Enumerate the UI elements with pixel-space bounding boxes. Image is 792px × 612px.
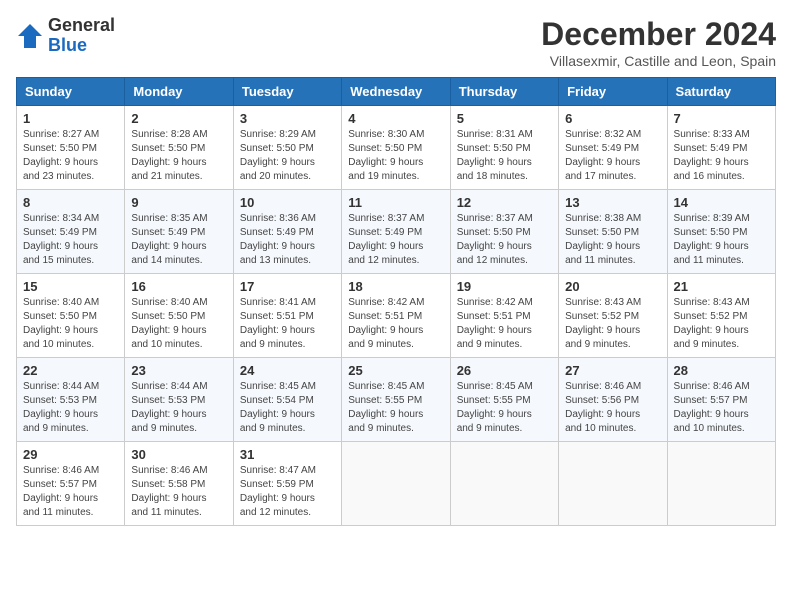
calendar-day-empty xyxy=(559,442,667,526)
calendar-week-3: 15Sunrise: 8:40 AMSunset: 5:50 PMDayligh… xyxy=(17,274,776,358)
calendar-day-21: 21Sunrise: 8:43 AMSunset: 5:52 PMDayligh… xyxy=(667,274,775,358)
calendar-day-10: 10Sunrise: 8:36 AMSunset: 5:49 PMDayligh… xyxy=(233,190,341,274)
calendar-header-row: SundayMondayTuesdayWednesdayThursdayFrid… xyxy=(17,78,776,106)
calendar-day-23: 23Sunrise: 8:44 AMSunset: 5:53 PMDayligh… xyxy=(125,358,233,442)
calendar-day-28: 28Sunrise: 8:46 AMSunset: 5:57 PMDayligh… xyxy=(667,358,775,442)
calendar-week-5: 29Sunrise: 8:46 AMSunset: 5:57 PMDayligh… xyxy=(17,442,776,526)
calendar-table: SundayMondayTuesdayWednesdayThursdayFrid… xyxy=(16,77,776,526)
calendar-day-19: 19Sunrise: 8:42 AMSunset: 5:51 PMDayligh… xyxy=(450,274,558,358)
calendar-day-14: 14Sunrise: 8:39 AMSunset: 5:50 PMDayligh… xyxy=(667,190,775,274)
col-header-sunday: Sunday xyxy=(17,78,125,106)
calendar-week-1: 1Sunrise: 8:27 AMSunset: 5:50 PMDaylight… xyxy=(17,106,776,190)
calendar-day-20: 20Sunrise: 8:43 AMSunset: 5:52 PMDayligh… xyxy=(559,274,667,358)
calendar-day-31: 31Sunrise: 8:47 AMSunset: 5:59 PMDayligh… xyxy=(233,442,341,526)
col-header-tuesday: Tuesday xyxy=(233,78,341,106)
calendar-day-empty xyxy=(450,442,558,526)
calendar-day-30: 30Sunrise: 8:46 AMSunset: 5:58 PMDayligh… xyxy=(125,442,233,526)
calendar-week-4: 22Sunrise: 8:44 AMSunset: 5:53 PMDayligh… xyxy=(17,358,776,442)
calendar-day-7: 7Sunrise: 8:33 AMSunset: 5:49 PMDaylight… xyxy=(667,106,775,190)
calendar-day-15: 15Sunrise: 8:40 AMSunset: 5:50 PMDayligh… xyxy=(17,274,125,358)
col-header-thursday: Thursday xyxy=(450,78,558,106)
calendar-day-13: 13Sunrise: 8:38 AMSunset: 5:50 PMDayligh… xyxy=(559,190,667,274)
calendar-day-22: 22Sunrise: 8:44 AMSunset: 5:53 PMDayligh… xyxy=(17,358,125,442)
calendar-day-27: 27Sunrise: 8:46 AMSunset: 5:56 PMDayligh… xyxy=(559,358,667,442)
calendar-day-16: 16Sunrise: 8:40 AMSunset: 5:50 PMDayligh… xyxy=(125,274,233,358)
calendar-day-11: 11Sunrise: 8:37 AMSunset: 5:49 PMDayligh… xyxy=(342,190,450,274)
calendar-day-4: 4Sunrise: 8:30 AMSunset: 5:50 PMDaylight… xyxy=(342,106,450,190)
calendar-day-12: 12Sunrise: 8:37 AMSunset: 5:50 PMDayligh… xyxy=(450,190,558,274)
calendar-day-29: 29Sunrise: 8:46 AMSunset: 5:57 PMDayligh… xyxy=(17,442,125,526)
logo: General Blue xyxy=(16,16,115,56)
calendar-day-8: 8Sunrise: 8:34 AMSunset: 5:49 PMDaylight… xyxy=(17,190,125,274)
logo-icon xyxy=(16,22,44,50)
calendar-day-3: 3Sunrise: 8:29 AMSunset: 5:50 PMDaylight… xyxy=(233,106,341,190)
calendar-day-24: 24Sunrise: 8:45 AMSunset: 5:54 PMDayligh… xyxy=(233,358,341,442)
page-header: General Blue December 2024 Villasexmir, … xyxy=(16,16,776,69)
calendar-day-18: 18Sunrise: 8:42 AMSunset: 5:51 PMDayligh… xyxy=(342,274,450,358)
col-header-saturday: Saturday xyxy=(667,78,775,106)
calendar-day-25: 25Sunrise: 8:45 AMSunset: 5:55 PMDayligh… xyxy=(342,358,450,442)
col-header-wednesday: Wednesday xyxy=(342,78,450,106)
title-block: December 2024 Villasexmir, Castille and … xyxy=(541,16,776,69)
col-header-monday: Monday xyxy=(125,78,233,106)
month-title: December 2024 xyxy=(541,16,776,53)
logo-general-text: General xyxy=(48,15,115,35)
calendar-day-empty xyxy=(667,442,775,526)
calendar-week-2: 8Sunrise: 8:34 AMSunset: 5:49 PMDaylight… xyxy=(17,190,776,274)
calendar-day-9: 9Sunrise: 8:35 AMSunset: 5:49 PMDaylight… xyxy=(125,190,233,274)
calendar-day-6: 6Sunrise: 8:32 AMSunset: 5:49 PMDaylight… xyxy=(559,106,667,190)
calendar-day-5: 5Sunrise: 8:31 AMSunset: 5:50 PMDaylight… xyxy=(450,106,558,190)
col-header-friday: Friday xyxy=(559,78,667,106)
calendar-day-empty xyxy=(342,442,450,526)
calendar-day-1: 1Sunrise: 8:27 AMSunset: 5:50 PMDaylight… xyxy=(17,106,125,190)
location-subtitle: Villasexmir, Castille and Leon, Spain xyxy=(541,53,776,69)
calendar-day-26: 26Sunrise: 8:45 AMSunset: 5:55 PMDayligh… xyxy=(450,358,558,442)
calendar-day-17: 17Sunrise: 8:41 AMSunset: 5:51 PMDayligh… xyxy=(233,274,341,358)
calendar-day-2: 2Sunrise: 8:28 AMSunset: 5:50 PMDaylight… xyxy=(125,106,233,190)
logo-blue-text: Blue xyxy=(48,35,87,55)
